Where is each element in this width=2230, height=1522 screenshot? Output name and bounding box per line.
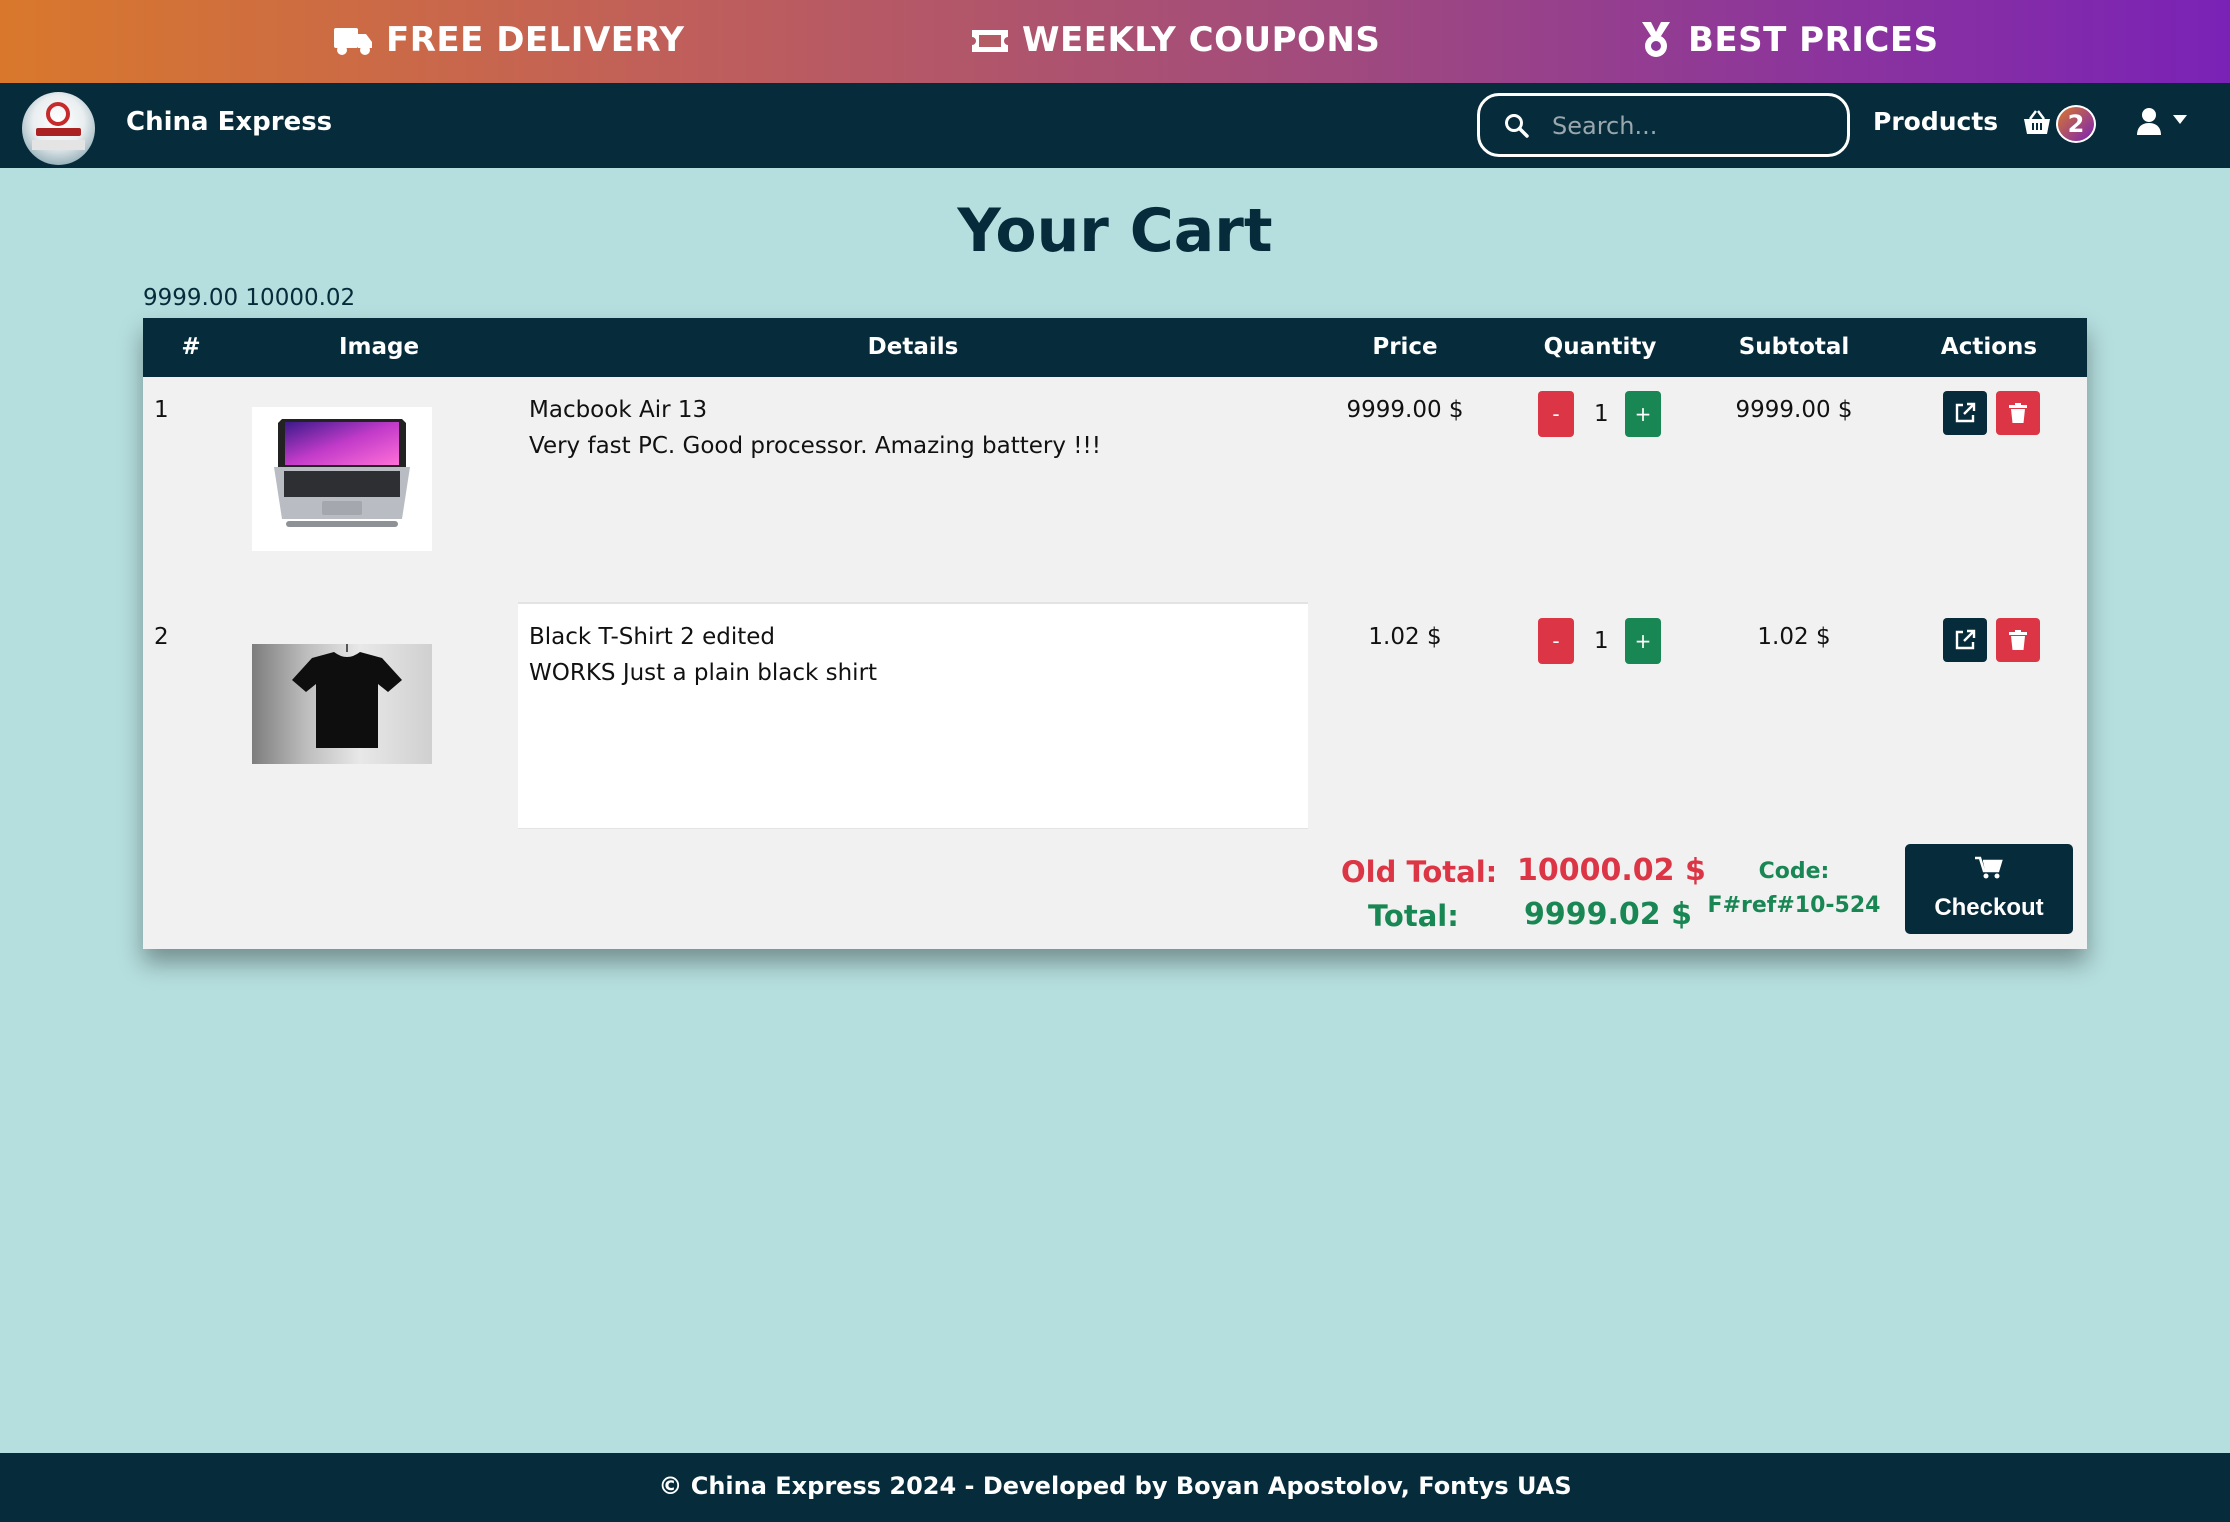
cart-count-badge[interactable]: 2: [2056, 105, 2096, 143]
promo-label: WEEKLY COUPONS: [1022, 20, 1381, 60]
product-subtotal: 1.02 $: [1757, 624, 1831, 650]
promo-weekly-coupons: WEEKLY COUPONS: [970, 20, 1380, 60]
search-box[interactable]: [1477, 93, 1850, 157]
old-total-label: Old Total:: [1341, 855, 1498, 889]
decrease-quantity-button[interactable]: -: [1538, 618, 1574, 664]
open-product-button[interactable]: [1943, 618, 1987, 662]
page-title: Your Cart: [957, 196, 1273, 266]
old-total-value: 10000.02 $: [1517, 853, 1706, 888]
product-price: 9999.00 $: [1346, 397, 1464, 423]
search-icon: [1505, 114, 1529, 138]
increase-quantity-button[interactable]: +: [1625, 618, 1661, 664]
header-image: Image: [338, 334, 420, 360]
product-name: Macbook Air 13: [529, 397, 708, 423]
brand-name[interactable]: China Express: [126, 107, 332, 137]
product-description: WORKS Just a plain black shirt: [529, 660, 878, 686]
cart-basket-icon[interactable]: [2022, 109, 2052, 137]
row-index: 2: [154, 624, 169, 650]
coupon-code-value: F#ref#10-524: [1707, 893, 1881, 918]
table-row: 2 Black T-Shirt 2 edited WORKS Just a pl…: [143, 604, 2087, 829]
checkout-label: Checkout: [1934, 894, 2044, 921]
checkout-button[interactable]: Checkout: [1905, 844, 2073, 934]
tshirt-illustration: [292, 644, 402, 748]
external-link-icon: [1955, 402, 1976, 423]
promo-banner: FREE DELIVERY WEEKLY COUPONS BEST PRICES: [0, 0, 2230, 83]
promo-free-delivery: FREE DELIVERY: [334, 20, 684, 60]
product-subtotal: 9999.00 $: [1735, 397, 1853, 423]
promo-best-prices: BEST PRICES: [1636, 20, 1939, 60]
chevron-down-icon[interactable]: [2173, 115, 2187, 125]
user-icon[interactable]: [2136, 107, 2162, 135]
decrease-quantity-button[interactable]: -: [1538, 391, 1574, 437]
truck-icon: [334, 28, 372, 55]
total-label: Total:: [1368, 899, 1459, 933]
table-header: # Image Details Price Quantity Subtotal …: [143, 318, 2087, 377]
tshirt-image: [252, 644, 432, 764]
coupon-code-label: Code:: [1758, 859, 1830, 884]
cart-table: # Image Details Price Quantity Subtotal …: [143, 318, 2087, 949]
row-index: 1: [154, 397, 169, 423]
debug-totals-text: 9999.00 10000.02: [143, 285, 356, 311]
product-price: 1.02 $: [1368, 624, 1442, 650]
product-description: Very fast PC. Good processor. Amazing ba…: [529, 433, 1101, 459]
open-product-button[interactable]: [1943, 391, 1987, 435]
table-row: 1 Macbook Air 13 Very fast PC. Good proc…: [143, 377, 2087, 602]
external-link-icon: [1955, 629, 1976, 650]
quantity-value: 1: [1594, 628, 1609, 654]
cart-summary: Old Total: 10000.02 $ Total: 9999.02 $ C…: [143, 829, 2087, 949]
header-index: #: [181, 334, 201, 360]
promo-label: FREE DELIVERY: [386, 20, 685, 60]
brand-logo[interactable]: [22, 92, 95, 165]
promo-label: BEST PRICES: [1688, 20, 1939, 60]
search-input[interactable]: [1552, 108, 1832, 144]
logo-roof: [36, 128, 81, 136]
delete-product-button[interactable]: [1996, 391, 2040, 435]
laptop-illustration: [274, 419, 410, 527]
medal-icon: [1642, 22, 1670, 57]
trash-icon: [2009, 630, 2027, 650]
logo-emblem: [46, 102, 70, 126]
header-actions: Actions: [1940, 334, 2038, 360]
header-price: Price: [1372, 334, 1438, 360]
product-name: Black T-Shirt 2 edited: [529, 624, 775, 650]
logo-base: [32, 140, 85, 150]
header-quantity: Quantity: [1543, 334, 1657, 360]
increase-quantity-button[interactable]: +: [1625, 391, 1661, 437]
nav-products-link[interactable]: Products: [1873, 107, 1998, 136]
page-footer: © China Express 2024 - Developed by Boya…: [0, 1453, 2230, 1522]
laptop-image: [252, 407, 432, 551]
delete-product-button[interactable]: [1996, 618, 2040, 662]
quantity-value: 1: [1594, 401, 1609, 427]
navbar: China Express Products 2: [0, 83, 2230, 168]
trash-icon: [2009, 403, 2027, 423]
total-value: 9999.02 $: [1524, 897, 1692, 932]
ticket-icon: [972, 30, 1008, 52]
shopping-cart-icon: [1975, 856, 2003, 879]
header-details: Details: [867, 334, 959, 360]
header-subtotal: Subtotal: [1738, 334, 1850, 360]
